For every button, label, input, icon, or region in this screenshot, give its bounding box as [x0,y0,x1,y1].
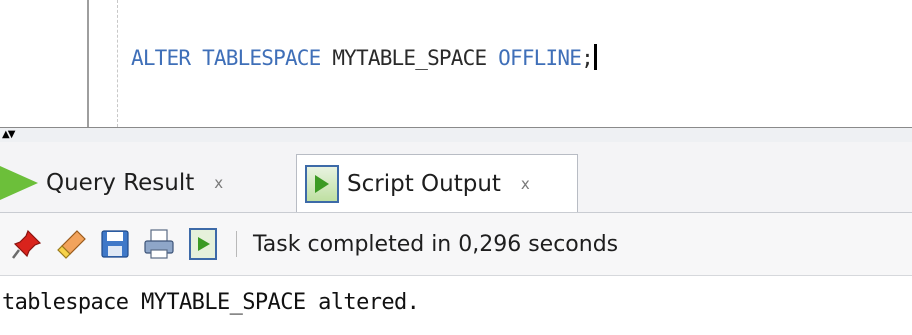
keyword-alter: ALTER [131,46,191,70]
text-caret [593,44,597,70]
pin-icon[interactable] [10,227,44,261]
print-icon[interactable] [142,227,176,261]
task-status-text: Task completed in 0,296 seconds [253,231,619,257]
sql-editor[interactable]: ALTER TABLESPACE MYTABLE_SPACE OFFLINE; [0,0,912,127]
tab-script-output[interactable]: Script Output x [296,154,578,212]
collapse-expand-arrows-icon[interactable]: ▲▼ [2,130,15,140]
eraser-icon[interactable] [54,227,88,261]
script-icon[interactable] [186,227,220,261]
toolbar-separator [236,231,237,257]
editor-margin-guide [117,0,118,127]
panel-splitter[interactable] [0,127,912,143]
tab-query-result-label: Query Result [46,170,195,196]
editor-gutter-divider [87,0,89,127]
output-toolbar: Task completed in 0,296 seconds [0,213,912,276]
save-icon[interactable] [98,227,132,261]
tab-query-result[interactable]: Query Result x [0,154,223,212]
semicolon: ; [581,46,594,70]
identifier-tablespace-name: MYTABLE_SPACE [320,46,499,70]
code-line[interactable]: ALTER TABLESPACE MYTABLE_SPACE OFFLINE; [131,44,597,72]
script-output-pane[interactable]: tablespace MYTABLE_SPACE altered. [0,278,912,335]
tab-script-output-label: Script Output [347,170,501,197]
close-icon[interactable]: x [214,174,223,192]
keyword-tablespace: TABLESPACE [202,46,321,70]
script-output-icon [305,164,339,203]
run-arrow-icon [0,166,38,200]
keyword-offline: OFFLINE [498,46,582,70]
output-line: tablespace MYTABLE_SPACE altered. [2,290,420,315]
close-icon[interactable]: x [521,175,530,193]
